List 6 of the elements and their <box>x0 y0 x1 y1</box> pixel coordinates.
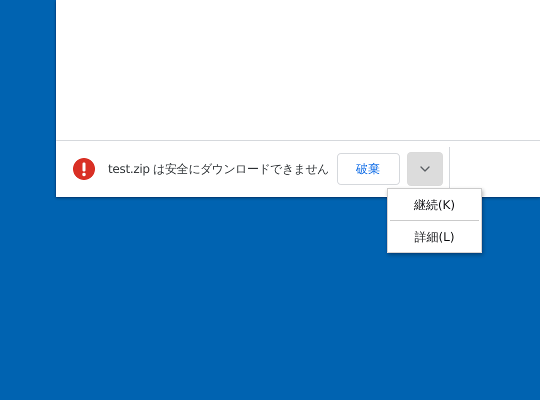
menu-item[interactable]: 継続(K) <box>388 189 481 220</box>
error-icon <box>73 158 95 180</box>
menu-item[interactable]: 詳細(L) <box>388 221 481 252</box>
more-button[interactable] <box>406 152 443 186</box>
warning-text: test.zip は安全にダウンロードできません <box>108 161 329 178</box>
discard-button[interactable]: 破棄 <box>336 153 400 185</box>
